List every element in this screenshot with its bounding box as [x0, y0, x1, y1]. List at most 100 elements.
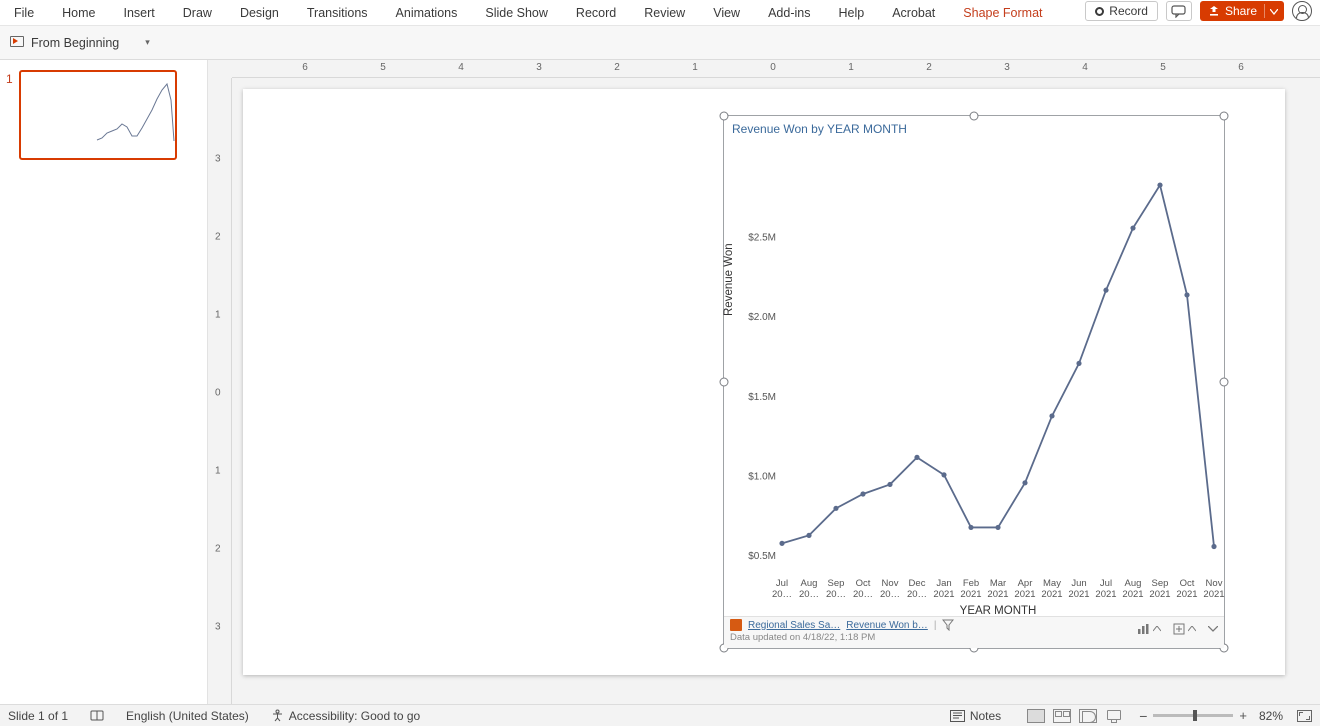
- reading-view-button[interactable]: [1079, 709, 1097, 723]
- svg-text:Jul: Jul: [1100, 578, 1112, 589]
- resize-handle[interactable]: [720, 378, 729, 387]
- slide-counter[interactable]: Slide 1 of 1: [8, 709, 68, 723]
- svg-text:20…: 20…: [880, 589, 900, 600]
- svg-text:$2.5M: $2.5M: [748, 233, 776, 244]
- svg-text:Nov: Nov: [882, 578, 899, 589]
- ribbon-tab-home[interactable]: Home: [62, 6, 95, 20]
- notes-icon: [950, 710, 965, 722]
- notes-button[interactable]: Notes: [950, 709, 1001, 723]
- view-buttons: [1023, 709, 1127, 723]
- svg-text:Feb: Feb: [963, 578, 979, 589]
- ribbon-tab-animations[interactable]: Animations: [396, 6, 458, 20]
- powerbi-icon: [730, 619, 742, 631]
- slide-sorter-button[interactable]: [1053, 709, 1071, 723]
- svg-text:$0.5M: $0.5M: [748, 551, 776, 562]
- ribbon-tab-draw[interactable]: Draw: [183, 6, 212, 20]
- zoom-value[interactable]: 82%: [1259, 709, 1283, 723]
- ribbon-tab-file[interactable]: File: [14, 6, 34, 20]
- bar-chart-icon: [1137, 623, 1150, 635]
- slideshow-icon: [10, 36, 25, 49]
- resize-handle[interactable]: [1220, 378, 1229, 387]
- svg-text:20…: 20…: [799, 589, 819, 600]
- account-icon[interactable]: [1292, 1, 1312, 21]
- language-button[interactable]: English (United States): [126, 709, 249, 723]
- ribbon-tab-shape-format[interactable]: Shape Format: [963, 6, 1042, 20]
- ribbon-tab-slide-show[interactable]: Slide Show: [485, 6, 548, 20]
- zoom-in-button[interactable]: +: [1239, 708, 1247, 723]
- add-button[interactable]: [1173, 623, 1196, 635]
- ribbon-tab-transitions[interactable]: Transitions: [307, 6, 368, 20]
- svg-text:2021: 2021: [1176, 589, 1197, 600]
- svg-text:May: May: [1043, 578, 1061, 589]
- comment-icon: [1171, 5, 1186, 18]
- slideshow-view-button[interactable]: [1105, 709, 1123, 723]
- ribbon-tab-design[interactable]: Design: [240, 6, 279, 20]
- visual-link[interactable]: Revenue Won b…: [846, 620, 928, 631]
- svg-text:Mar: Mar: [990, 578, 1006, 589]
- svg-text:20…: 20…: [826, 589, 846, 600]
- dataset-link[interactable]: Regional Sales Sa…: [748, 620, 840, 631]
- svg-text:2021: 2021: [1068, 589, 1089, 600]
- thumbnail-number: 1: [6, 72, 13, 160]
- svg-text:Apr: Apr: [1018, 578, 1033, 589]
- ribbon: File Home Insert Draw Design Transitions Anima…: [0, 0, 1320, 26]
- svg-text:$1.0M: $1.0M: [748, 471, 776, 482]
- svg-text:$2.0M: $2.0M: [748, 312, 776, 323]
- slide-canvas[interactable]: Revenue Won by YEAR MONTH $0.5M$1.0M$1.5…: [208, 60, 1320, 704]
- svg-text:Sep: Sep: [828, 578, 845, 589]
- svg-text:20…: 20…: [853, 589, 873, 600]
- record-icon: [1095, 7, 1104, 16]
- svg-text:2021: 2021: [1041, 589, 1062, 600]
- svg-text:20…: 20…: [772, 589, 792, 600]
- share-button[interactable]: Share: [1200, 1, 1284, 21]
- resize-handle[interactable]: [1220, 112, 1229, 121]
- slide-thumbnail-1[interactable]: [19, 70, 177, 160]
- svg-text:Nov: Nov: [1206, 578, 1223, 589]
- thumbnail-panel: 1: [0, 60, 208, 704]
- svg-text:20…: 20…: [907, 589, 927, 600]
- filter-icon[interactable]: [942, 619, 954, 631]
- svg-text:2021: 2021: [987, 589, 1008, 600]
- svg-text:Aug: Aug: [1125, 578, 1142, 589]
- qat-dropdown[interactable]: ▾: [145, 37, 150, 48]
- accessibility-button[interactable]: Accessibility: Good to go: [271, 709, 420, 723]
- from-beginning-button[interactable]: From Beginning: [10, 36, 119, 50]
- ribbon-tab-view[interactable]: View: [713, 6, 740, 20]
- ribbon-tab-add-ins[interactable]: Add-ins: [768, 6, 810, 20]
- svg-text:2021: 2021: [1203, 589, 1224, 600]
- share-icon: [1208, 5, 1220, 17]
- fit-to-window-button[interactable]: [1297, 710, 1312, 722]
- chart-type-button[interactable]: [1137, 623, 1161, 635]
- chart-object[interactable]: Revenue Won by YEAR MONTH $0.5M$1.0M$1.5…: [723, 115, 1225, 649]
- svg-text:Jan: Jan: [936, 578, 951, 589]
- ribbon-tab-help[interactable]: Help: [838, 6, 864, 20]
- record-button[interactable]: Record: [1085, 1, 1158, 21]
- comments-button[interactable]: [1166, 1, 1192, 21]
- record-label: Record: [1109, 4, 1148, 18]
- zoom-out-button[interactable]: −: [1139, 708, 1147, 724]
- svg-text:Jul: Jul: [776, 578, 788, 589]
- share-label: Share: [1225, 4, 1257, 18]
- resize-handle[interactable]: [970, 112, 979, 121]
- svg-text:2021: 2021: [1122, 589, 1143, 600]
- workspace: 1 Revenue Won by YEAR MONTH $0.5M: [0, 60, 1320, 704]
- resize-handle[interactable]: [720, 112, 729, 121]
- svg-text:Jun: Jun: [1071, 578, 1086, 589]
- svg-text:Sep: Sep: [1152, 578, 1169, 589]
- spellcheck-button[interactable]: [90, 709, 104, 723]
- plus-box-icon: [1173, 623, 1185, 635]
- accessibility-icon: [271, 709, 284, 722]
- ribbon-tab-insert[interactable]: Insert: [124, 6, 155, 20]
- quick-access-toolbar: From Beginning ▾: [0, 26, 1320, 60]
- chart-footer: Regional Sales Sa… Revenue Won b… | Data…: [724, 616, 1224, 648]
- ribbon-tab-record[interactable]: Record: [576, 6, 616, 20]
- ribbon-tab-review[interactable]: Review: [644, 6, 685, 20]
- normal-view-button[interactable]: [1027, 709, 1045, 723]
- more-button[interactable]: [1208, 623, 1218, 635]
- zoom-slider[interactable]: [1153, 714, 1233, 717]
- svg-text:2021: 2021: [1095, 589, 1116, 600]
- share-caret[interactable]: [1264, 4, 1278, 18]
- ribbon-tab-acrobat[interactable]: Acrobat: [892, 6, 935, 20]
- zoom-control: − + 82%: [1139, 708, 1312, 724]
- svg-text:Oct: Oct: [1180, 578, 1195, 589]
